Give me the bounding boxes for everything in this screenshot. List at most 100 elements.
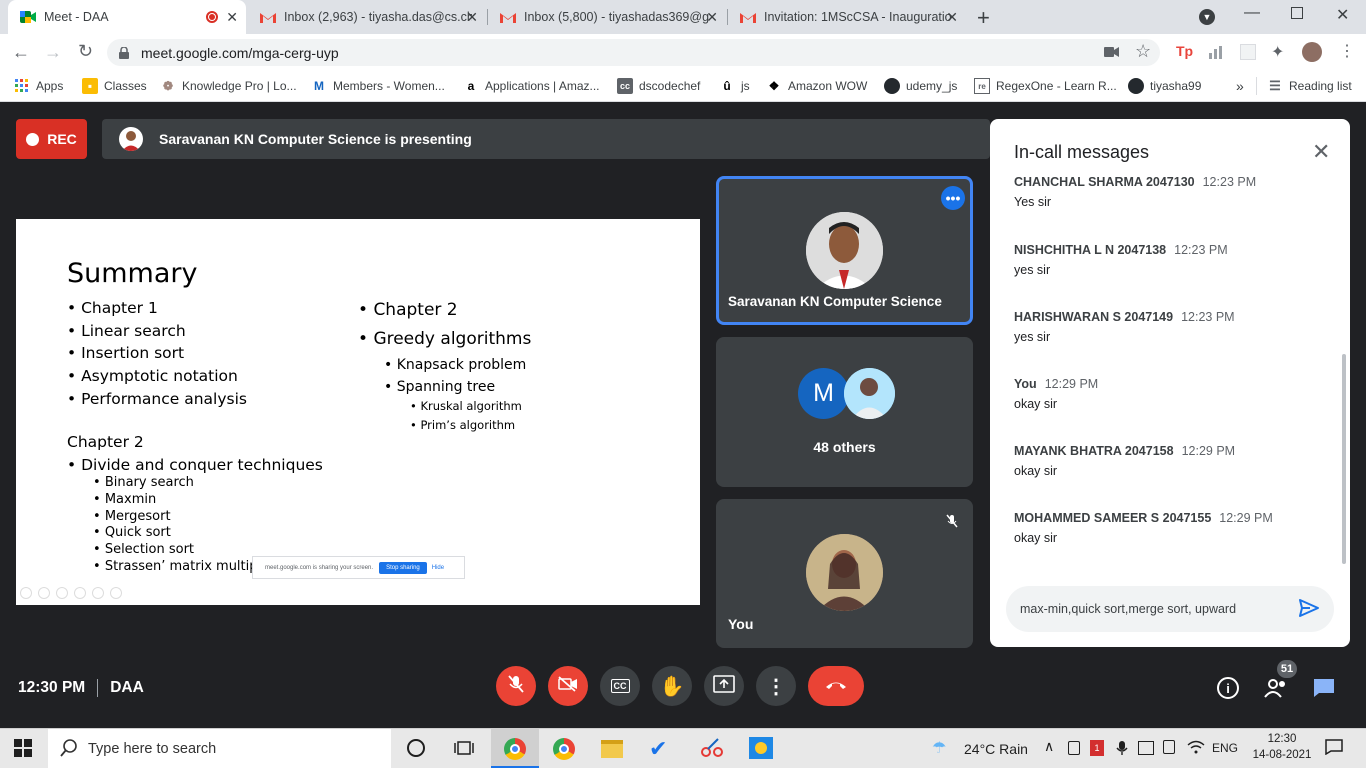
bookmark-amazon-applications[interactable]: a Applications | Amaz...: [463, 77, 600, 95]
show-hidden-icons[interactable]: ∧: [1044, 738, 1054, 755]
taskbar-clock[interactable]: 12:30 14-08-2021: [1248, 731, 1316, 763]
chrome-icon[interactable]: [553, 738, 575, 760]
profile-avatar[interactable]: [1302, 42, 1322, 62]
maximize-icon[interactable]: [1291, 7, 1303, 19]
language-indicator[interactable]: ENG: [1212, 741, 1238, 755]
bookmark-classes[interactable]: ▪ Classes: [82, 77, 147, 95]
wifi-icon[interactable]: [1187, 740, 1205, 754]
presenter-tile[interactable]: ••• Saravanan KN Computer Science: [716, 176, 973, 325]
camera-toggle-button[interactable]: [548, 666, 588, 706]
minimize-icon[interactable]: —: [1244, 4, 1260, 22]
file-explorer-icon[interactable]: [601, 740, 623, 758]
bookmark-knowledge-pro[interactable]: ❁ Knowledge Pro | Lo...: [160, 77, 297, 95]
send-icon[interactable]: [1298, 597, 1320, 619]
captions-button[interactable]: CC: [600, 666, 640, 706]
task-view-icon[interactable]: [454, 740, 474, 756]
tray-icon[interactable]: [1068, 741, 1080, 755]
close-window-icon[interactable]: ✕: [1336, 5, 1349, 25]
tab-inbox-1[interactable]: Inbox (2,963) - tiyasha.das@cs.ch ✕: [248, 0, 486, 34]
tray-display-icon[interactable]: [1138, 741, 1154, 755]
more-options-button[interactable]: ⋮: [756, 666, 796, 706]
lock-icon: [119, 46, 129, 59]
slide-item: • Insertion sort: [67, 344, 185, 363]
weather-text[interactable]: 24°C Rain: [964, 741, 1028, 757]
hide-button[interactable]: Hide: [432, 565, 444, 571]
slide-subitem: • Selection sort: [93, 542, 195, 558]
tray-red-icon[interactable]: 1: [1090, 740, 1104, 756]
participant-photo-avatar: [844, 368, 895, 419]
bookmark-js[interactable]: û js: [719, 77, 749, 95]
windows-start-icon[interactable]: [14, 739, 32, 757]
presenter-avatar-small: [119, 127, 143, 151]
close-chat-icon[interactable]: ✕: [1312, 139, 1330, 165]
close-tab-icon[interactable]: ✕: [466, 9, 478, 26]
chat-input[interactable]: max-min,quick sort,merge sort, upward: [1006, 586, 1334, 632]
taskbar-chrome-active[interactable]: [491, 729, 539, 768]
regex-icon: re: [974, 78, 990, 94]
extension-chart-icon[interactable]: [1208, 45, 1224, 59]
self-tile[interactable]: You: [716, 499, 973, 648]
stop-sharing-button[interactable]: Stop sharing: [379, 561, 427, 574]
bookmark-label: udemy_js: [906, 79, 958, 93]
gmail-icon: [740, 9, 756, 25]
bookmark-apps[interactable]: Apps: [14, 77, 63, 95]
close-tab-icon[interactable]: ✕: [226, 9, 238, 26]
bookmark-udemy-js[interactable]: udemy_js: [884, 77, 957, 95]
tab-meet[interactable]: Meet - DAA ✕: [8, 0, 246, 34]
cortana-icon[interactable]: [407, 739, 425, 757]
app-blue-icon[interactable]: [749, 737, 773, 759]
chat-icon[interactable]: [1313, 678, 1335, 698]
tab-inbox-2[interactable]: Inbox (5,800) - tiyashadas369@g ✕: [488, 0, 726, 34]
reading-list-button[interactable]: ☰ Reading list: [1267, 77, 1352, 95]
meeting-info: 12:30 PM DAA: [18, 679, 144, 697]
weather-rain-icon: ☂: [932, 740, 947, 757]
tab-search-icon[interactable]: ▼: [1199, 9, 1215, 25]
battery-icon[interactable]: [1163, 740, 1175, 754]
close-tab-icon[interactable]: ✕: [946, 9, 958, 26]
meeting-details-icon[interactable]: i: [1217, 677, 1239, 699]
raise-hand-button[interactable]: ✋: [652, 666, 692, 706]
slide-item: • Greedy algorithms: [358, 329, 532, 349]
chat-scrollbar[interactable]: [1342, 354, 1346, 564]
others-tile[interactable]: M 48 others: [716, 337, 973, 487]
more-options-icon[interactable]: •••: [941, 186, 965, 210]
snipping-tool-icon[interactable]: [700, 738, 724, 758]
bookmark-amazon-wow[interactable]: ❖ Amazon WOW: [766, 77, 868, 95]
extensions-puzzle-icon[interactable]: ✦: [1271, 42, 1284, 62]
forward-icon[interactable]: →: [44, 42, 62, 63]
codechef-icon: cc: [617, 78, 633, 94]
bookmark-tiyasha99[interactable]: tiyasha99: [1128, 77, 1201, 95]
chrome-menu-icon[interactable]: ⋮: [1339, 41, 1355, 61]
camera-blocked-icon[interactable]: [1104, 45, 1120, 57]
bookmark-dscodechef[interactable]: cc dscodechef: [617, 77, 700, 95]
reload-icon[interactable]: ↻: [78, 41, 93, 62]
chat-message: MAYANK BHATRA 2047158 12:29 PM okay sir: [1014, 444, 1236, 478]
slide-subsubitem: • Kruskal algorithm: [410, 399, 522, 413]
address-bar[interactable]: meet.google.com/mga-cerg-uyp: [107, 39, 1160, 66]
more-bookmarks-button[interactable]: »: [1236, 77, 1244, 95]
extension-tp-icon[interactable]: Tp: [1176, 43, 1193, 59]
close-tab-icon[interactable]: ✕: [706, 9, 718, 26]
bookmark-star-icon[interactable]: ☆: [1135, 41, 1151, 62]
leave-call-button[interactable]: [808, 666, 864, 706]
apps-grid-icon: [14, 78, 30, 94]
back-icon[interactable]: ←: [12, 42, 30, 63]
bookmark-members[interactable]: M Members - Women...: [311, 77, 445, 95]
notification-center-icon[interactable]: [1325, 739, 1343, 756]
search-placeholder: Type here to search: [88, 740, 217, 757]
tab-invitation[interactable]: Invitation: 1MScCSA - Inauguratio ✕: [728, 0, 966, 34]
bookmark-regexone[interactable]: re RegexOne - Learn R...: [974, 77, 1117, 95]
chat-message: CHANCHAL SHARMA 2047130 12:23 PM Yes sir: [1014, 177, 1257, 209]
present-now-button[interactable]: [704, 666, 744, 706]
camera-off-icon: [558, 675, 578, 697]
people-icon[interactable]: [1263, 678, 1289, 698]
chat-message: MOHAMMED SAMEER S 2047155 12:29 PM okay si…: [1014, 511, 1273, 545]
mic-toggle-button[interactable]: [496, 666, 536, 706]
slide-nav-controls[interactable]: [16, 587, 136, 601]
todo-check-icon[interactable]: ✔: [649, 736, 667, 762]
hand-icon: ✋: [659, 675, 685, 698]
taskbar-search-box[interactable]: Type here to search: [48, 729, 391, 768]
tray-mic-icon[interactable]: [1116, 740, 1128, 756]
new-tab-icon[interactable]: +: [977, 5, 990, 31]
extension-icon[interactable]: [1240, 44, 1256, 60]
